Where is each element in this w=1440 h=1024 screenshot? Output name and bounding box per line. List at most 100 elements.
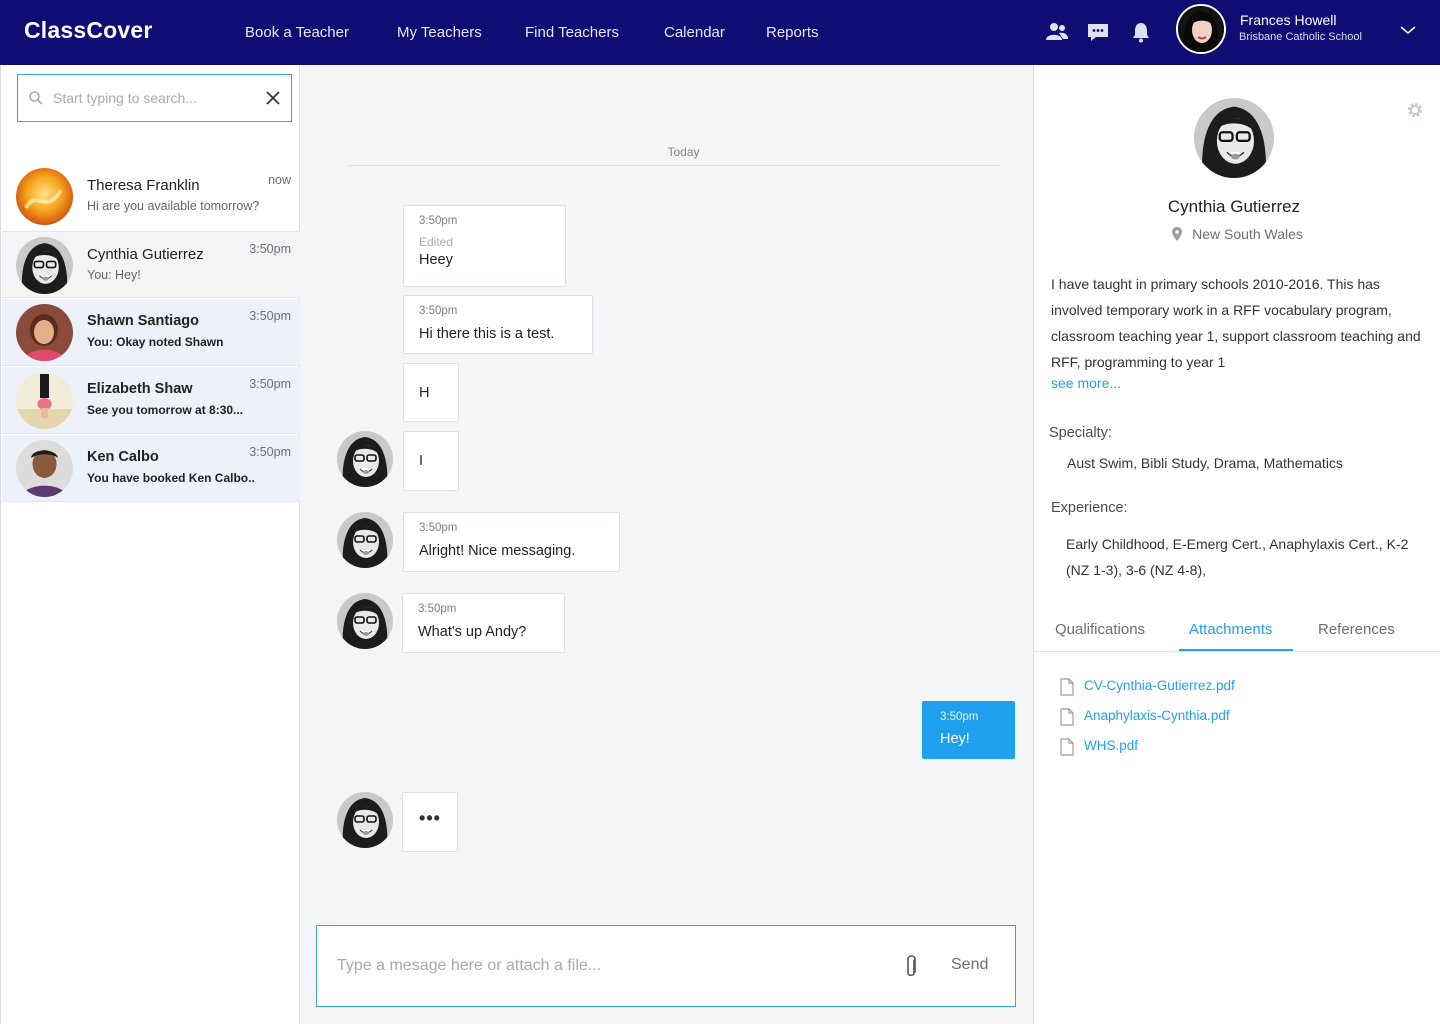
gear-icon[interactable]	[1406, 101, 1424, 119]
conversation-item-unread[interactable]: Shawn Santiago You: Okay noted Shawn 3:5…	[2, 299, 300, 366]
avatar	[16, 372, 73, 429]
message-time: 3:50pm	[418, 603, 457, 615]
message-time: 3:50pm	[419, 522, 458, 534]
contacts-icon[interactable]	[1045, 20, 1069, 44]
message-bubble[interactable]: 3:50pm Alright! Nice messaging.	[403, 512, 620, 572]
conversation-item-active[interactable]: Cynthia Gutierrez You: Hey! 3:50pm	[2, 231, 300, 298]
clear-search-icon[interactable]	[265, 90, 281, 106]
classcover-logo[interactable]: ClassCover	[24, 17, 153, 44]
profile-bio: I have taught in primary schools 2010-20…	[1051, 276, 1421, 370]
message-bubble[interactable]: 3:50pm Edited Heey	[403, 205, 566, 287]
conversation-preview: You have booked Ken Calbo..	[87, 471, 255, 485]
typing-indicator: •••	[402, 792, 458, 852]
conversation-sidebar: Theresa Franklin Hi are you available to…	[0, 65, 300, 1024]
avatar	[16, 440, 73, 497]
conversation-item-unread[interactable]: Elizabeth Shaw See you tomorrow at 8:30.…	[2, 367, 300, 434]
message-time: 3:50pm	[419, 215, 458, 227]
conversation-item-unread[interactable]: Ken Calbo You have booked Ken Calbo.. 3:…	[2, 435, 300, 502]
message-text: Hey!	[940, 731, 970, 747]
sender-avatar	[337, 792, 393, 848]
conversation-name: Elizabeth Shaw	[87, 381, 193, 397]
sender-avatar	[337, 593, 393, 649]
experience-value: Early Childhood, E-Emerg Cert., Anaphyla…	[1066, 536, 1409, 578]
message-text: Alright! Nice messaging.	[419, 543, 576, 559]
avatar	[16, 304, 73, 361]
active-tab-indicator	[1179, 649, 1293, 651]
message-bubble[interactable]: I	[403, 431, 459, 491]
message-time: 3:50pm	[940, 711, 979, 723]
nav-calendar[interactable]: Calendar	[664, 24, 725, 41]
tabs-divider	[1034, 651, 1440, 652]
messages-icon[interactable]	[1086, 20, 1110, 44]
experience-label: Experience:	[1051, 500, 1128, 516]
conversation-preview: You: Hey!	[87, 268, 141, 282]
message-bubble[interactable]: 3:50pm Hi there this is a test.	[403, 295, 593, 354]
message-text: Heey	[419, 252, 453, 268]
conversation-preview: See you tomorrow at 8:30...	[87, 403, 244, 417]
chevron-down-icon[interactable]	[1398, 22, 1418, 38]
conversation-time: now	[268, 173, 291, 187]
profile-location: New South Wales	[1034, 226, 1440, 242]
notifications-bell-icon[interactable]	[1129, 20, 1153, 44]
conversation-name: Ken Calbo	[87, 449, 159, 465]
message-bubble[interactable]: H	[403, 363, 459, 422]
nav-reports[interactable]: Reports	[766, 24, 819, 41]
day-separator-label: Today	[667, 145, 700, 159]
profile-avatar	[1194, 98, 1274, 178]
sender-avatar	[337, 431, 393, 487]
profile-name: Cynthia Gutierrez	[1167, 197, 1301, 216]
specialty-value: Aust Swim, Bibli Study, Drama, Mathemati…	[1067, 455, 1343, 471]
file-icon	[1060, 738, 1074, 756]
search-input[interactable]	[53, 86, 258, 110]
message-text: Hi there this is a test.	[419, 326, 555, 342]
user-name: Frances Howell	[1240, 12, 1337, 28]
specialty-label: Specialty:	[1049, 425, 1112, 441]
conversation-time: 3:50pm	[249, 377, 291, 391]
conversation-name: Cynthia Gutierrez	[87, 246, 204, 263]
location-pin-icon	[1172, 227, 1183, 241]
conversation-time: 3:50pm	[249, 445, 291, 459]
message-text: H	[419, 385, 430, 401]
my-message-bubble[interactable]: 3:50pm Hey!	[922, 701, 1015, 759]
file-icon	[1060, 708, 1074, 726]
message-text: What's up Andy?	[418, 624, 527, 640]
conversation-name: Shawn Santiago	[87, 313, 199, 329]
user-school: Brisbane Catholic School	[1239, 31, 1362, 43]
profile-panel: Cynthia Gutierrez New South Wales I have…	[1033, 65, 1440, 1024]
conversation-name: Theresa Franklin	[87, 177, 200, 194]
conversation-preview: Hi are you available tomorrow?	[87, 199, 260, 213]
user-avatar[interactable]	[1176, 4, 1226, 54]
message-time: 3:50pm	[419, 305, 458, 317]
attachment-filename[interactable]: CV-Cynthia-Gutierrez.pdf	[1084, 678, 1235, 693]
tab-references[interactable]: References	[1318, 621, 1395, 638]
conversation-preview: You: Okay noted Shawn	[87, 335, 224, 349]
send-button[interactable]: Send	[951, 956, 988, 974]
paperclip-attach-icon[interactable]	[903, 954, 919, 980]
search-box[interactable]	[17, 74, 292, 122]
message-composer[interactable]: Send	[316, 925, 1016, 1007]
typing-dots: •••	[419, 808, 441, 828]
day-separator-line	[348, 165, 1000, 166]
conversation-time: 3:50pm	[249, 309, 291, 323]
conversation-item[interactable]: Theresa Franklin Hi are you available to…	[2, 163, 300, 230]
conversation-time: 3:50pm	[249, 242, 291, 256]
sender-avatar	[337, 512, 393, 568]
attachment-filename[interactable]: Anaphylaxis-Cynthia.pdf	[1084, 708, 1230, 723]
file-icon	[1060, 678, 1074, 696]
nav-book-a-teacher[interactable]: Book a Teacher	[245, 24, 349, 41]
profile-location-text: New South Wales	[1192, 226, 1303, 242]
nav-my-teachers[interactable]: My Teachers	[397, 24, 482, 41]
nav-find-teachers[interactable]: Find Teachers	[525, 24, 619, 41]
tab-attachments[interactable]: Attachments	[1189, 621, 1272, 638]
top-navigation-bar: ClassCover Book a Teacher My Teachers Fi…	[0, 0, 1440, 65]
message-bubble[interactable]: 3:50pm What's up Andy?	[402, 593, 565, 653]
avatar	[16, 237, 73, 294]
attachment-filename[interactable]: WHS.pdf	[1084, 738, 1138, 753]
chat-panel: Today 3:50pm Edited Heey 3:50pm Hi there…	[300, 65, 1033, 1024]
message-edited-label: Edited	[419, 235, 454, 249]
tab-qualifications[interactable]: Qualifications	[1055, 621, 1145, 638]
message-input[interactable]	[337, 954, 877, 978]
see-more-link[interactable]: see more...	[1051, 375, 1121, 391]
search-icon	[29, 91, 43, 105]
avatar	[16, 168, 73, 225]
